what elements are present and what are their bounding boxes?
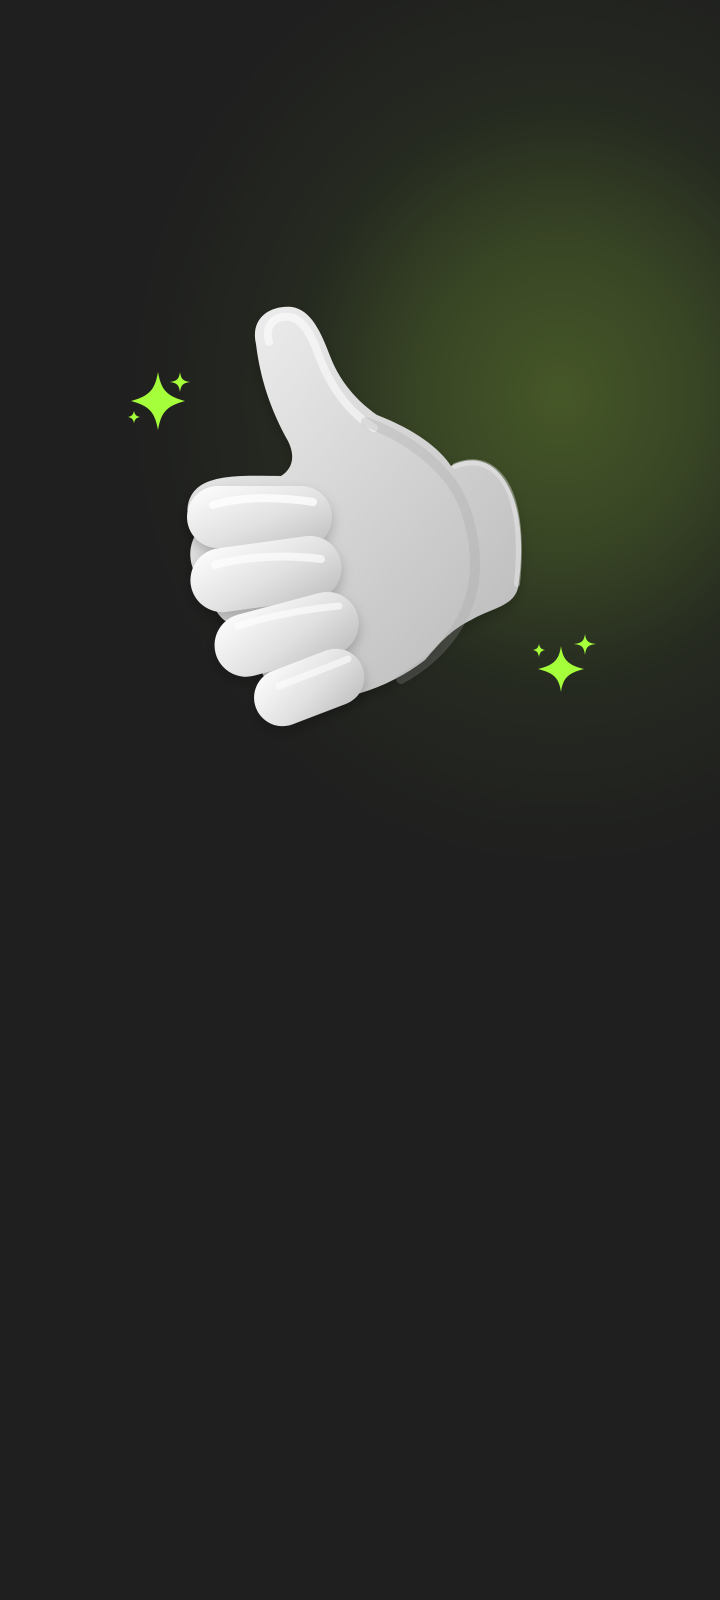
sparkle-tiny-right (533, 644, 545, 657)
hero-illustration (0, 0, 720, 760)
sparkle-tiny-left (128, 411, 140, 423)
sparkle-large-right (538, 646, 584, 692)
onboarding-screen (0, 0, 720, 1600)
sparkle-small-right (574, 634, 596, 655)
sparkle-small-top-left (170, 372, 190, 392)
sparkle-icon-group (128, 372, 596, 692)
